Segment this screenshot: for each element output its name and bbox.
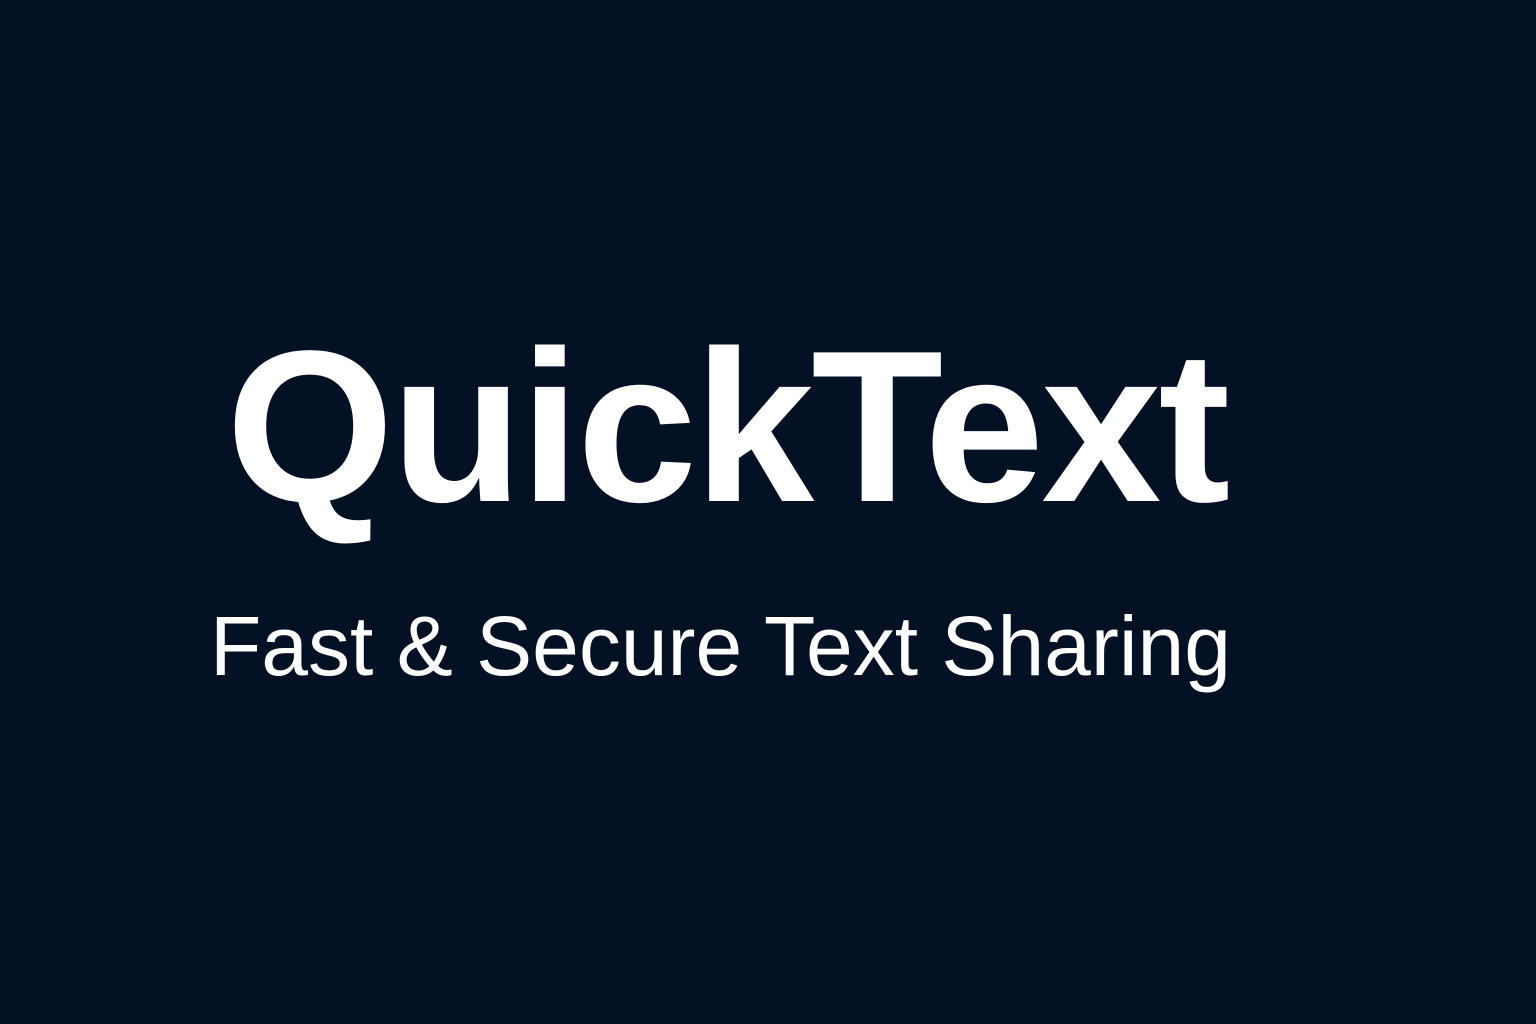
brand-title: QuickText xyxy=(226,305,1230,547)
brand-tagline: Fast & Secure Text Sharing xyxy=(210,599,1231,693)
hero-banner: QuickText Fast & Secure Text Sharing xyxy=(0,0,1536,1024)
